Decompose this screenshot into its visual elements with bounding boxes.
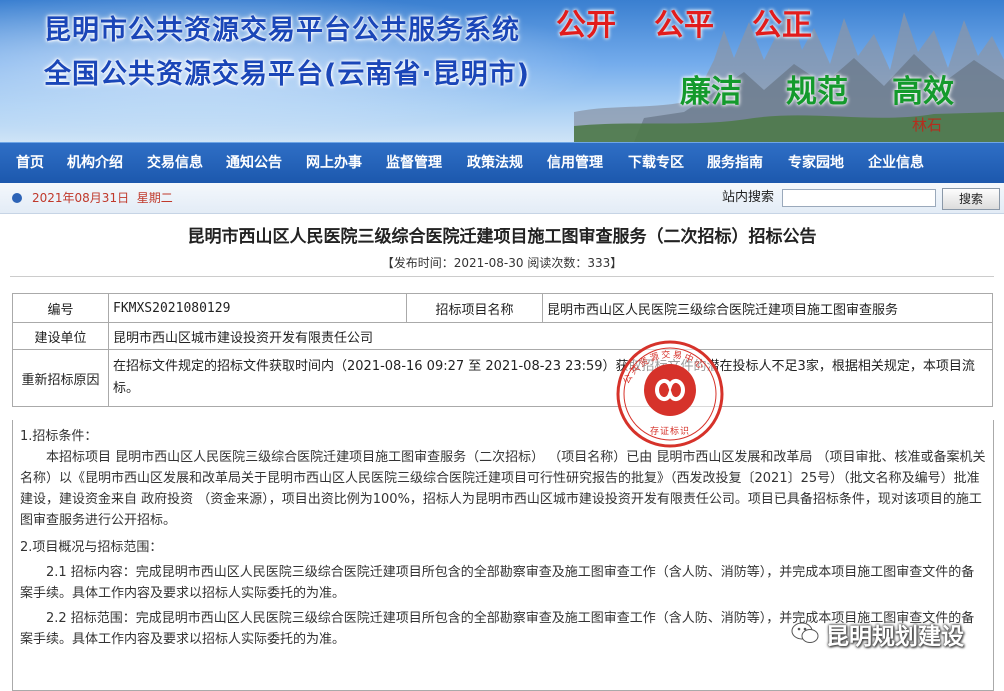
nav-credit[interactable]: 信用管理 (547, 143, 603, 183)
nav-enterprise[interactable]: 企业信息 (868, 143, 924, 183)
publish-meta: 【发布时间：2021-08-30 阅读次数：333】 (381, 256, 623, 270)
table-row: 编号 FKMXS2021080129 招标项目名称 昆明市西山区人民医院三级综合… (12, 293, 993, 323)
current-date: 2021年08月31日 星期二 (32, 183, 173, 213)
date-search-bar: 2021年08月31日 星期二 站内搜索 搜索 (0, 183, 1004, 214)
slogan-openness: 公开 (556, 8, 616, 43)
weekday-text: 星期二 (136, 191, 173, 205)
banner-title-line1: 昆明市公共资源交易平台公共服务系统 (44, 15, 520, 46)
divider (10, 276, 994, 277)
slogan-justice: 公正 (752, 8, 812, 43)
wechat-watermark: 昆明规划建设 (790, 617, 1000, 651)
nav-notices[interactable]: 通知公告 (226, 143, 282, 183)
label-project-name: 招标项目名称 (406, 293, 543, 323)
value-code: FKMXS2021080129 (108, 293, 407, 323)
nav-supervision[interactable]: 监督管理 (386, 143, 442, 183)
search-button[interactable]: 搜索 (942, 188, 1000, 210)
section-paragraph: 2.1 招标内容：完成昆明市西山区人民医院三级综合医院迁建项目所包含的全部勘察审… (20, 565, 975, 601)
section-heading: 2.项目概况与招标范围： (20, 540, 163, 555)
slogan-efficiency: 高效 (892, 74, 954, 110)
nav-policies[interactable]: 政策法规 (467, 143, 523, 183)
watermark-text: 昆明规划建设 (826, 624, 964, 650)
main-nav: 首页 机构介绍 交易信息 通知公告 网上办事 监督管理 政策法规 信用管理 下载… (0, 142, 1004, 184)
value-builder: 昆明市西山区城市建设投资开发有限责任公司 (108, 322, 993, 350)
wechat-icon (791, 622, 819, 643)
label-code: 编号 (12, 293, 109, 323)
label-rebid-reason: 重新招标原因 (12, 349, 109, 407)
nav-downloads[interactable]: 下载专区 (628, 143, 684, 183)
search-label: 站内搜索 (722, 190, 775, 205)
page-title: 昆明市西山区人民医院三级综合医院迁建项目施工图审查服务（二次招标）招标公告 (187, 227, 817, 247)
nav-organization[interactable]: 机构介绍 (67, 143, 123, 183)
label-builder: 建设单位 (12, 322, 109, 350)
date-text: 2021年08月31日 (32, 191, 130, 205)
bullet-icon (12, 193, 22, 203)
value-project-name: 昆明市西山区人民医院三级综合医院迁建项目施工图审查服务 (542, 293, 993, 323)
nav-service-guide[interactable]: 服务指南 (707, 143, 763, 183)
search-input[interactable] (782, 189, 936, 207)
nav-online-service[interactable]: 网上办事 (306, 143, 362, 183)
slogan-integrity: 廉洁 (680, 74, 742, 110)
site-banner: 昆明市公共资源交易平台公共服务系统 全国公共资源交易平台(云南省·昆明市) 公开… (0, 0, 1004, 142)
banner-stamp-logo: 林石 (912, 116, 943, 134)
nav-experts[interactable]: 专家园地 (788, 143, 844, 183)
slogan-standard: 规范 (786, 74, 848, 110)
table-row: 重新招标原因 在招标文件规定的招标文件获取时间内（2021-08-16 09:2… (12, 349, 993, 407)
section-paragraph: 本招标项目 昆明市西山区人民医院三级综合医院迁建项目施工图审查服务（二次招标） … (20, 450, 986, 528)
table-row: 建设单位 昆明市西山区城市建设投资开发有限责任公司 (12, 322, 993, 350)
value-rebid-reason: 在招标文件规定的招标文件获取时间内（2021-08-16 09:27 至 202… (108, 349, 993, 407)
nav-trade-info[interactable]: 交易信息 (147, 143, 203, 183)
section-heading: 1.招标条件： (20, 429, 98, 444)
slogan-fairness: 公平 (654, 8, 714, 43)
banner-title-line2: 全国公共资源交易平台(云南省·昆明市) (44, 59, 530, 90)
nav-home[interactable]: 首页 (16, 143, 44, 183)
project-info-table: 编号 FKMXS2021080129 招标项目名称 昆明市西山区人民医院三级综合… (12, 293, 993, 407)
